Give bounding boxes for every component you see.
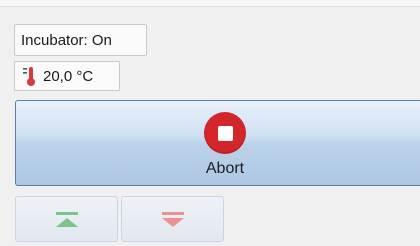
move-to-bottom-icon <box>161 211 184 227</box>
incubator-status: Incubator: On <box>14 24 147 56</box>
abort-button[interactable]: Abort <box>15 100 420 186</box>
abort-label: Abort <box>205 160 245 177</box>
move-to-bottom-button[interactable] <box>121 196 224 242</box>
temperature-value: 20,0 °C <box>43 67 94 85</box>
stop-square <box>217 125 233 141</box>
thermometer-icon <box>23 67 35 86</box>
move-to-top-button[interactable] <box>15 196 118 242</box>
temperature-readout: 20,0 °C <box>14 61 120 91</box>
stop-icon <box>204 112 246 154</box>
move-to-top-icon <box>55 211 78 227</box>
top-divider <box>0 0 420 7</box>
incubator-status-label: Incubator: On <box>21 31 112 49</box>
